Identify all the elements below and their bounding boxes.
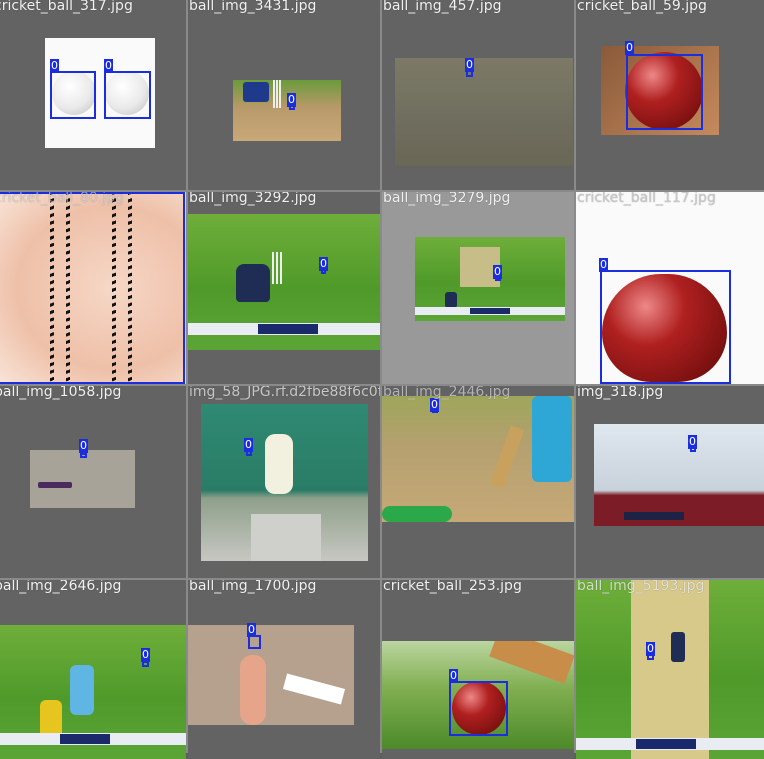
filename-label: cricket_ball_253.jpg [383, 580, 522, 594]
bounding-box [50, 71, 96, 119]
filename-label: ball_img_5193.jpg [577, 580, 705, 594]
class-label: 0 [465, 58, 474, 72]
thumbnail [0, 625, 186, 759]
image-tile[interactable]: cricket_ball_59.jpg 0 [576, 0, 764, 190]
image-tile[interactable]: ball_img_2446.jpg 0 [382, 386, 574, 578]
class-label: 0 [79, 439, 88, 453]
bounding-box [80, 453, 87, 458]
annotated-image-grid: cricket_ball_317.jpg 0 0 ball_img_3431.j… [0, 0, 764, 759]
class-label: 0 [247, 623, 256, 637]
filename-label: cricket_ball_80.jpg [0, 192, 124, 206]
filename-label: img_318.jpg [577, 386, 664, 400]
image-tile[interactable]: ball_img_1700.jpg 0 [188, 580, 380, 759]
class-label: 0 [319, 257, 328, 271]
image-tile[interactable]: ball_img_3431.jpg 0 [188, 0, 380, 190]
image-tile[interactable]: img_318.jpg 0 [576, 386, 764, 578]
filename-label: ball_img_1058.jpg [0, 386, 122, 400]
thumbnail [395, 58, 573, 166]
class-label: 0 [50, 59, 59, 73]
thumbnail [415, 237, 565, 321]
filename-label: ball_img_3431.jpg [189, 0, 317, 14]
bounding-box [626, 54, 703, 130]
thumbnail [576, 580, 764, 759]
filename-label: ball_img_2446.jpg [383, 386, 511, 400]
thumbnail [233, 80, 341, 141]
class-label: 0 [599, 258, 608, 272]
bounding-box [104, 71, 151, 119]
image-tile[interactable]: cricket_ball_253.jpg 0 [382, 580, 574, 759]
thumbnail [188, 625, 354, 725]
image-tile[interactable]: ball_img_5193.jpg 0 [576, 580, 764, 759]
image-tile[interactable]: cricket_ball_317.jpg 0 0 [0, 0, 186, 190]
filename-label: ball_img_3279.jpg [383, 192, 511, 206]
image-tile[interactable]: cricket_ball_80.jpg 0 [0, 192, 186, 384]
bounding-box [0, 192, 185, 384]
image-tile[interactable]: ball_img_3292.jpg 0 [188, 192, 380, 384]
bounding-box [600, 270, 731, 384]
class-label: 0 [430, 398, 439, 412]
bounding-box [449, 681, 508, 736]
class-label: 0 [646, 642, 655, 656]
filename-label: cricket_ball_117.jpg [577, 192, 716, 206]
image-tile[interactable]: ball_img_457.jpg 0 [382, 0, 574, 190]
thumbnail [30, 450, 135, 508]
class-label: 0 [141, 648, 150, 662]
image-tile[interactable]: ball_img_3279.jpg 0 [382, 192, 574, 384]
class-label: 0 [244, 438, 253, 452]
filename-label: cricket_ball_59.jpg [577, 0, 707, 14]
class-label: 0 [104, 59, 113, 73]
class-label: 0 [625, 41, 634, 55]
filename-label: img_58_JPG.rf.d2fbe88f6c0f8b0291f1963fb1 [189, 386, 380, 400]
thumbnail [382, 396, 574, 522]
image-tile[interactable]: img_58_JPG.rf.d2fbe88f6c0f8b0291f1963fb1… [188, 386, 380, 578]
filename-label: cricket_ball_317.jpg [0, 0, 133, 14]
image-tile[interactable]: ball_img_2646.jpg 0 [0, 580, 186, 759]
image-tile[interactable]: ball_img_1058.jpg 0 [0, 386, 186, 578]
bounding-box [248, 635, 261, 649]
filename-label: ball_img_2646.jpg [0, 580, 122, 594]
thumbnail [594, 424, 764, 526]
class-label: 0 [688, 435, 697, 449]
filename-label: ball_img_3292.jpg [189, 192, 317, 206]
class-label: 0 [493, 265, 502, 279]
image-tile[interactable]: cricket_ball_117.jpg 0 [576, 192, 764, 384]
filename-label: ball_img_1700.jpg [189, 580, 317, 594]
class-label: 0 [287, 93, 296, 107]
filename-label: ball_img_457.jpg [383, 0, 502, 14]
thumbnail [188, 214, 380, 350]
thumbnail [201, 404, 368, 561]
class-label: 0 [449, 669, 458, 683]
